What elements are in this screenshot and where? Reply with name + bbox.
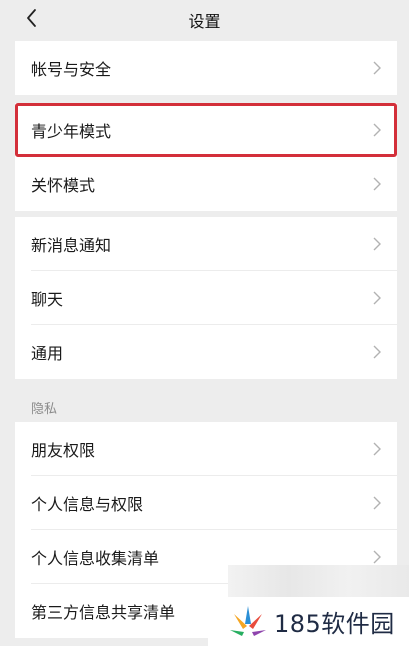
pixelated-overlay — [228, 565, 409, 597]
settings-item-label: 个人信息与权限 — [31, 495, 144, 514]
settings-item-label: 帐号与安全 — [31, 60, 112, 79]
settings-group-modes: 青少年模式 关怀模式 — [15, 103, 397, 211]
settings-item-label: 朋友权限 — [31, 441, 96, 460]
chevron-right-icon — [373, 291, 381, 305]
chevron-right-icon — [373, 177, 381, 191]
chevron-right-icon — [373, 61, 381, 75]
settings-item-care-mode[interactable]: 关怀模式 — [15, 157, 397, 211]
settings-item-label: 新消息通知 — [31, 236, 112, 255]
settings-item-label: 通用 — [31, 344, 64, 363]
chevron-right-icon — [373, 123, 381, 137]
settings-item-friend-permissions[interactable]: 朋友权限 — [15, 422, 397, 476]
chevron-right-icon — [373, 237, 381, 251]
chevron-right-icon — [373, 550, 381, 564]
settings-item-label: 青少年模式 — [31, 122, 112, 141]
settings-item-chat[interactable]: 聊天 — [15, 271, 397, 325]
settings-item-label: 关怀模式 — [31, 176, 96, 195]
chevron-right-icon — [373, 345, 381, 359]
settings-group-account: 帐号与安全 — [15, 41, 397, 95]
chevron-right-icon — [373, 496, 381, 510]
settings-group-general: 新消息通知 聊天 通用 — [15, 217, 397, 379]
page-title: 设置 — [188, 12, 221, 31]
settings-item-teen-mode[interactable]: 青少年模式 — [15, 103, 397, 157]
settings-item-personal-info-permissions[interactable]: 个人信息与权限 — [15, 476, 397, 530]
site-logo-icon — [230, 605, 266, 636]
nav-header: 设置 — [0, 0, 409, 38]
section-label-privacy: 隐私 — [31, 402, 58, 417]
site-watermark: 185软件园 — [208, 597, 409, 646]
watermark-text: 185软件园 — [274, 610, 395, 638]
settings-item-label: 聊天 — [31, 290, 64, 309]
chevron-right-icon — [373, 442, 381, 456]
settings-item-account-security[interactable]: 帐号与安全 — [15, 41, 397, 95]
settings-item-notifications[interactable]: 新消息通知 — [15, 217, 397, 271]
settings-item-general[interactable]: 通用 — [15, 325, 397, 379]
